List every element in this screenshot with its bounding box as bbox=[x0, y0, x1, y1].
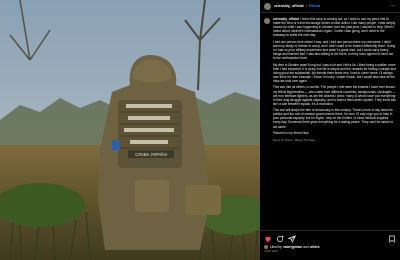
caption-avatar[interactable] bbox=[264, 17, 270, 24]
liked-user[interactable]: valeriypirtan bbox=[283, 245, 302, 249]
vest-patch-text: СЛАВА УКРАЇНІ bbox=[135, 152, 167, 157]
caption-paragraph: This war, like all others, is horrific. … bbox=[273, 85, 396, 106]
liked-by: Liked by valeriypirtan and others bbox=[264, 244, 396, 249]
follow-button[interactable]: Follow bbox=[309, 4, 320, 8]
post-header: zelenskiy_official • Follow ··· bbox=[260, 0, 400, 13]
caption-paragraph: I told one person here where I was, and … bbox=[273, 39, 396, 61]
comment-icon[interactable] bbox=[276, 234, 284, 243]
post-username[interactable]: zelenskiy_official bbox=[274, 4, 304, 8]
heart-icon[interactable] bbox=[264, 235, 272, 243]
action-bar: Liked by valeriypirtan and others 1 DAY … bbox=[260, 230, 400, 260]
song-credit[interactable]: Song: Te Vision · Where The Sea bbox=[273, 138, 396, 142]
caption: zelenskiy_official I know this story is c… bbox=[260, 14, 400, 228]
post-side-panel: zelenskiy_official • Follow ··· zelenski… bbox=[260, 0, 400, 260]
post-photo: СЛАВА УКРАЇНІ bbox=[0, 0, 260, 260]
caption-body: zelenskiy_official I know this story is c… bbox=[273, 17, 396, 142]
post-timestamp: 1 DAY AGO bbox=[264, 250, 278, 253]
liked-others[interactable]: others bbox=[310, 245, 320, 249]
avatar[interactable] bbox=[264, 2, 271, 10]
caption-paragraph: Pictured is my friend Nick bbox=[273, 131, 309, 136]
soldier-photo-illustration: СЛАВА УКРАЇНІ bbox=[0, 0, 260, 260]
more-options-icon[interactable]: ··· bbox=[390, 3, 396, 9]
caption-paragraph: My time in Ukraine wasn't long but I saw… bbox=[273, 62, 396, 83]
liker-avatar[interactable] bbox=[264, 244, 268, 249]
caption-paragraph: This war will shape the fate of democrac… bbox=[273, 108, 393, 129]
separator-dot: • bbox=[305, 4, 307, 8]
liked-conj: and bbox=[303, 244, 309, 249]
liked-prefix: Liked by bbox=[270, 244, 282, 249]
bookmark-icon[interactable] bbox=[388, 235, 396, 243]
share-icon[interactable] bbox=[288, 234, 296, 243]
